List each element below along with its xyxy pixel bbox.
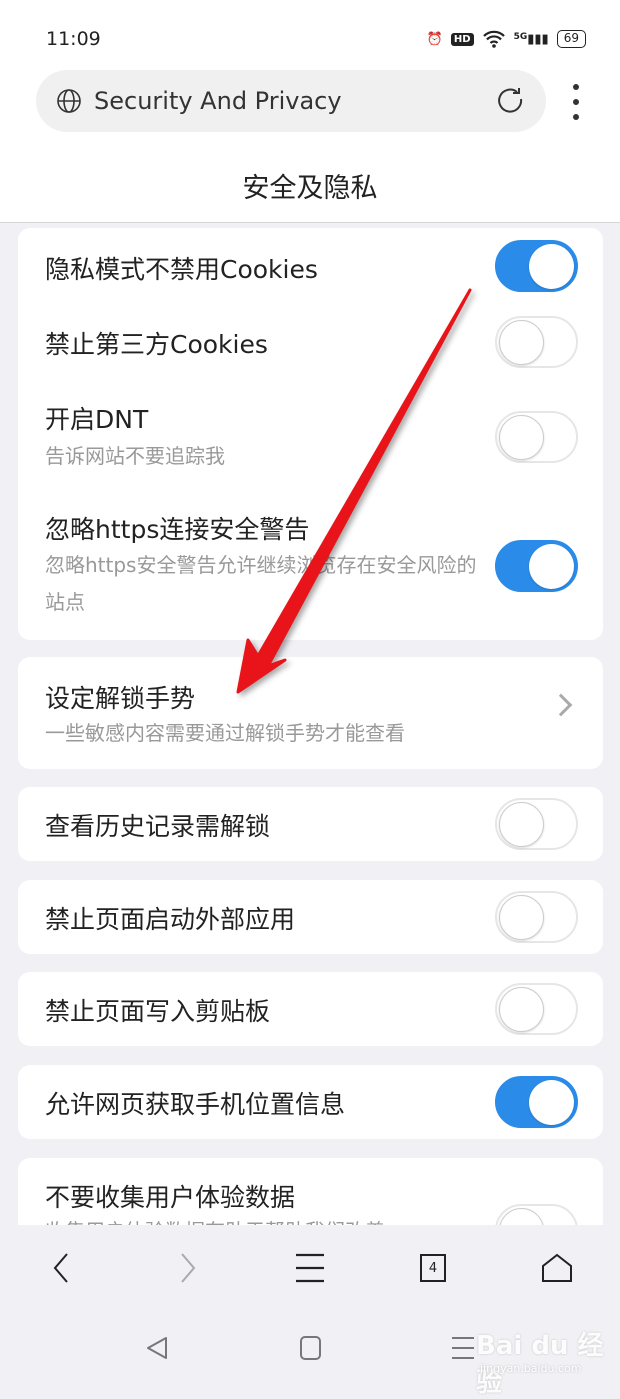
chevron-left-icon xyxy=(53,1253,68,1283)
setting-row[interactable]: 禁止页面启动外部应用 xyxy=(18,880,603,954)
home-button[interactable] xyxy=(532,1243,582,1293)
setting-description: 收集用户体验数据有助于帮助我们改善 xyxy=(45,1213,485,1225)
page-title: 安全及隐私 xyxy=(242,173,378,204)
home-icon xyxy=(542,1253,572,1282)
toggle-switch[interactable] xyxy=(495,540,578,592)
setting-row[interactable]: 查看历史记录需解锁 xyxy=(18,787,603,861)
setting-row[interactable]: 禁止页面写入剪贴板 xyxy=(18,972,603,1046)
back-button[interactable] xyxy=(36,1243,86,1293)
setting-label: 设定解锁手势 xyxy=(45,684,196,713)
url-text: Security And Privacy xyxy=(94,87,342,115)
reload-icon[interactable] xyxy=(496,86,526,116)
nav-back-icon[interactable] xyxy=(146,1336,168,1360)
toggle-switch[interactable] xyxy=(495,798,578,850)
setting-label: 允许网页获取手机位置信息 xyxy=(45,1090,346,1119)
status-bar: 11:09 ⏰ HD 5G▮▮▮ 69 xyxy=(46,24,586,54)
nav-home-icon[interactable] xyxy=(300,1336,321,1360)
setting-label: 开启DNT xyxy=(45,405,149,434)
setting-row-unlock-gesture[interactable]: 设定解锁手势 一些敏感内容需要通过解锁手势才能查看 xyxy=(18,657,603,769)
setting-row[interactable]: 允许网页获取手机位置信息 xyxy=(18,1065,603,1139)
clock: 11:09 xyxy=(46,28,101,50)
setting-label: 忽略https连接安全警告 xyxy=(45,515,310,544)
menu-icon xyxy=(296,1253,324,1283)
tabs-button[interactable]: 4 xyxy=(408,1243,458,1293)
toggle-switch[interactable] xyxy=(495,1204,578,1225)
chevron-right-icon xyxy=(181,1253,196,1283)
wifi-icon xyxy=(482,30,505,48)
signal-icon: 5G▮▮▮ xyxy=(513,31,549,47)
setting-label: 禁止第三方Cookies xyxy=(45,330,268,359)
setting-label: 查看历史记录需解锁 xyxy=(45,812,271,841)
nav-recents-icon[interactable] xyxy=(452,1336,474,1360)
alarm-icon: ⏰ xyxy=(426,31,443,47)
settings-card-privacy: 隐私模式不禁用Cookies 禁止第三方Cookies 开启DNT 告诉网站不要… xyxy=(18,228,603,640)
tabs-icon: 4 xyxy=(420,1254,446,1282)
settings-list[interactable]: 隐私模式不禁用Cookies 禁止第三方Cookies 开启DNT 告诉网站不要… xyxy=(0,224,620,1225)
menu-button[interactable] xyxy=(285,1243,335,1293)
setting-row[interactable]: 隐私模式不禁用Cookies xyxy=(18,228,603,304)
hd-icon: HD xyxy=(450,32,474,46)
setting-label: 隐私模式不禁用Cookies xyxy=(45,255,318,284)
globe-icon xyxy=(57,89,81,113)
setting-row[interactable]: 不要收集用户体验数据 收集用户体验数据有助于帮助我们改善 xyxy=(18,1158,603,1225)
header: 11:09 ⏰ HD 5G▮▮▮ 69 Security And Privacy… xyxy=(0,0,620,223)
setting-row[interactable]: 开启DNT 告诉网站不要追踪我 xyxy=(18,380,603,480)
chevron-right-icon xyxy=(549,693,573,717)
setting-label: 不要收集用户体验数据 xyxy=(45,1183,296,1212)
address-bar[interactable]: Security And Privacy xyxy=(36,70,546,132)
setting-description: 告诉网站不要追踪我 xyxy=(45,444,225,468)
browser-toolbar: 4 xyxy=(0,1225,620,1310)
watermark-url: jingyan.baidu.com xyxy=(480,1362,582,1375)
forward-button[interactable] xyxy=(163,1243,213,1293)
toggle-switch[interactable] xyxy=(495,983,578,1035)
toggle-switch[interactable] xyxy=(495,891,578,943)
setting-row[interactable]: 忽略https连接安全警告 忽略https安全警告允许继续浏览存在安全风险的站点 xyxy=(18,492,603,640)
toggle-switch[interactable] xyxy=(495,411,578,463)
toggle-switch[interactable] xyxy=(495,316,578,368)
battery-icon: 69 xyxy=(556,30,586,48)
setting-row[interactable]: 禁止第三方Cookies xyxy=(18,304,603,380)
toggle-switch[interactable] xyxy=(495,1076,578,1128)
setting-description: 一些敏感内容需要通过解锁手势才能查看 xyxy=(45,721,405,745)
toggle-switch[interactable] xyxy=(495,240,578,292)
more-vertical-icon[interactable] xyxy=(566,84,586,120)
setting-label: 禁止页面写入剪贴板 xyxy=(45,997,271,1026)
setting-description: 忽略https安全警告允许继续浏览存在安全风险的站点 xyxy=(45,553,477,614)
setting-label: 禁止页面启动外部应用 xyxy=(45,905,296,934)
